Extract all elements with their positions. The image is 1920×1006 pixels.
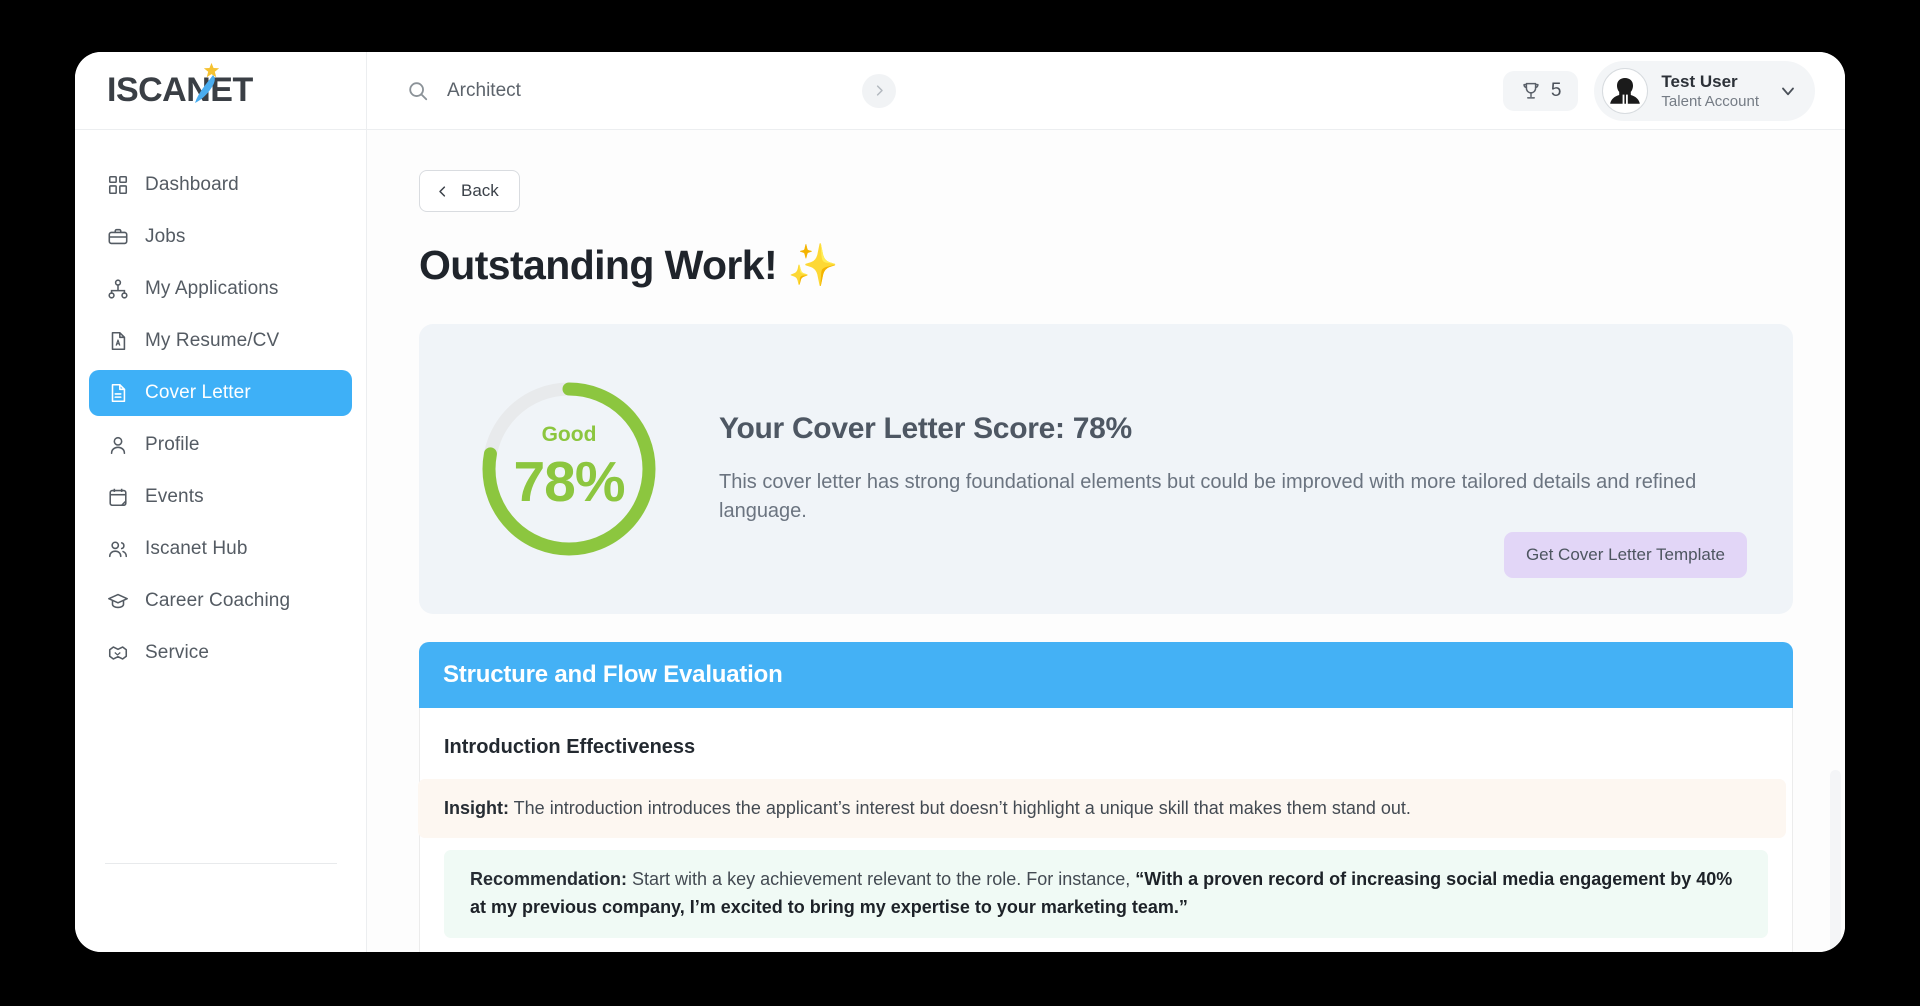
sidebar-label: Career Coaching <box>145 590 291 611</box>
page-title-text: Outstanding Work! <box>419 242 778 288</box>
chevron-left-icon <box>439 185 446 197</box>
sidebar-item-events[interactable]: Events <box>89 474 352 520</box>
user-role-label: Talent Account <box>1661 92 1759 110</box>
sidebar-item-my-resume-cv[interactable]: My Resume/CV <box>89 318 352 364</box>
insight-text: The introduction introduces the applican… <box>509 798 1411 818</box>
introduction-effectiveness-title: Introduction Effectiveness <box>444 736 696 758</box>
score-text-zone: Your Cover Letter Score: 78% This cover … <box>719 412 1793 526</box>
trophy-points-badge[interactable]: 5 <box>1502 70 1579 111</box>
sidebar-label: Service <box>145 642 210 663</box>
main-content: Back Outstanding Work! ✨ Good 78% Your C… <box>367 130 1845 952</box>
sidebar-item-jobs[interactable]: Jobs <box>89 214 352 260</box>
score-heading: Your Cover Letter Score: 78% <box>719 412 1132 445</box>
sidebar-item-my-applications[interactable]: My Applications <box>89 266 352 312</box>
user-text-block: Test User Talent Account <box>1661 72 1759 110</box>
document-a-icon <box>111 331 126 351</box>
sidebar: Dashboard Jobs My Applications My Resume… <box>75 130 367 952</box>
trophy-icon <box>1523 82 1539 99</box>
avatar <box>1602 67 1649 114</box>
recommendation-text: Start with a key achievement relevant to… <box>627 869 1136 889</box>
sidebar-divider <box>105 863 337 864</box>
insight-label: Insight: <box>444 798 509 818</box>
page-title: Outstanding Work! ✨ <box>419 242 1793 290</box>
sidebar-item-dashboard[interactable]: Dashboard <box>89 162 352 208</box>
sidebar-label: Profile <box>145 434 200 455</box>
avatar-person-icon <box>1604 69 1647 112</box>
person-icon <box>110 436 126 455</box>
recommendation-label: Recommendation: <box>470 869 628 889</box>
scrollbar-thumb[interactable] <box>1830 770 1841 952</box>
people-group-icon <box>108 541 128 558</box>
brand-zone[interactable]: ISCANET <box>75 52 367 130</box>
sidebar-label: Jobs <box>145 226 186 247</box>
recommendation-block: Recommendation: Start with a key achieve… <box>444 850 1768 938</box>
search-icon <box>409 81 428 100</box>
sidebar-item-career-coaching[interactable]: Career Coaching <box>89 578 352 624</box>
search-input[interactable] <box>447 79 827 102</box>
sidebar-item-profile[interactable]: Profile <box>89 422 352 468</box>
structure-flow-evaluation-section: Structure and Flow Evaluation Introducti… <box>418 642 1793 952</box>
sidebar-item-service[interactable]: Service <box>89 630 352 676</box>
graduation-cap-icon <box>108 593 128 609</box>
user-account-menu[interactable]: Test User Talent Account <box>1594 60 1815 121</box>
top-bar: ISCANET Architect 5 Test User Talent Acc… <box>75 52 1845 130</box>
briefcase-icon <box>108 228 128 245</box>
calendar-icon <box>109 488 127 507</box>
hierarchy-icon <box>108 279 128 299</box>
sparkles-icon: ✨ <box>787 242 839 288</box>
user-name-label: Test User <box>1661 71 1738 91</box>
sidebar-label: Cover Letter <box>145 382 251 403</box>
evaluation-section-body: Introduction Effectiveness Insight: The … <box>418 708 1793 952</box>
back-button-label: Back <box>461 181 499 200</box>
sidebar-label: Dashboard <box>145 174 239 195</box>
trophy-count-label: 5 <box>1550 79 1562 101</box>
sidebar-item-iscanet-hub[interactable]: Iscanet Hub <box>89 526 352 572</box>
get-cover-letter-template-button[interactable]: Get Cover Letter Template <box>1503 532 1747 578</box>
evaluation-section-header: Structure and Flow Evaluation <box>419 642 1793 708</box>
document-lines-icon <box>111 383 126 403</box>
logo-star-icon <box>203 62 220 78</box>
back-button[interactable]: Back <box>419 170 520 212</box>
logo[interactable]: ISCANET <box>107 62 253 110</box>
chevron-right-icon <box>876 85 883 96</box>
topbar-right-group: 5 Test User Talent Account <box>1502 52 1845 130</box>
chevron-down-icon[interactable] <box>1778 81 1798 101</box>
sidebar-item-cover-letter[interactable]: Cover Letter <box>89 370 352 416</box>
handshake-icon <box>108 646 128 660</box>
sidebar-label: Events <box>145 486 204 507</box>
score-description: This cover letter has strong foundationa… <box>719 471 1697 522</box>
sidebar-label: My Resume/CV <box>145 330 280 351</box>
search-zone <box>367 52 1503 130</box>
sidebar-label: My Applications <box>145 278 279 299</box>
browser-window: ISCANET Architect 5 Test User Talent Acc… <box>75 52 1845 952</box>
score-ring-zone: Good 78% <box>419 324 719 614</box>
search-submit-button[interactable] <box>862 73 896 108</box>
score-summary-card: Good 78% Your Cover Letter Score: 78% Th… <box>419 324 1793 614</box>
insight-block: Insight: The introduction introduces the… <box>418 779 1786 838</box>
grid-dashboard-icon <box>108 175 128 195</box>
sidebar-label: Iscanet Hub <box>145 538 248 559</box>
logo-text: ISCANET <box>107 71 253 109</box>
score-progress-ring <box>482 382 656 556</box>
